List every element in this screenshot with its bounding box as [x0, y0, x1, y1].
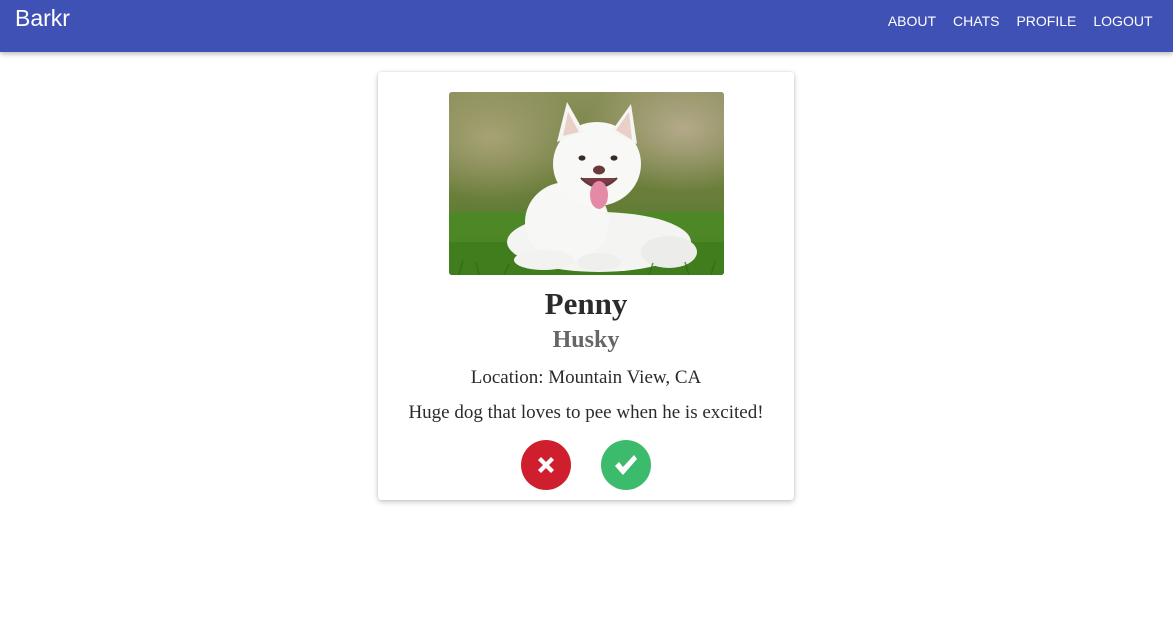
dog-breed: Husky [552, 327, 620, 353]
dog-location: Location: Mountain View, CA [470, 367, 702, 388]
x-mark-icon [538, 457, 554, 473]
nav-about-link[interactable]: ABOUT [879, 12, 944, 30]
dog-profile-card: Penny Husky Location: Mountain View, CA … [378, 72, 794, 500]
nav-logout-link[interactable]: LOGOUT [1085, 12, 1161, 30]
nav-profile-link[interactable]: PROFILE [1008, 12, 1085, 30]
dog-photo [449, 92, 724, 275]
accept-button[interactable] [601, 440, 651, 490]
dog-name: Penny [544, 286, 628, 321]
reject-button[interactable] [521, 440, 571, 490]
nav-links: ABOUT CHATS PROFILE LOGOUT [879, 12, 1161, 30]
dog-bio: Huge dog that loves to pee when he is ex… [408, 402, 764, 423]
nav-chats-link[interactable]: CHATS [945, 12, 1008, 30]
check-mark-icon [615, 455, 637, 475]
top-navbar: Barkr ABOUT CHATS PROFILE LOGOUT [0, 0, 1173, 52]
brand-logo[interactable]: Barkr [15, 5, 70, 32]
